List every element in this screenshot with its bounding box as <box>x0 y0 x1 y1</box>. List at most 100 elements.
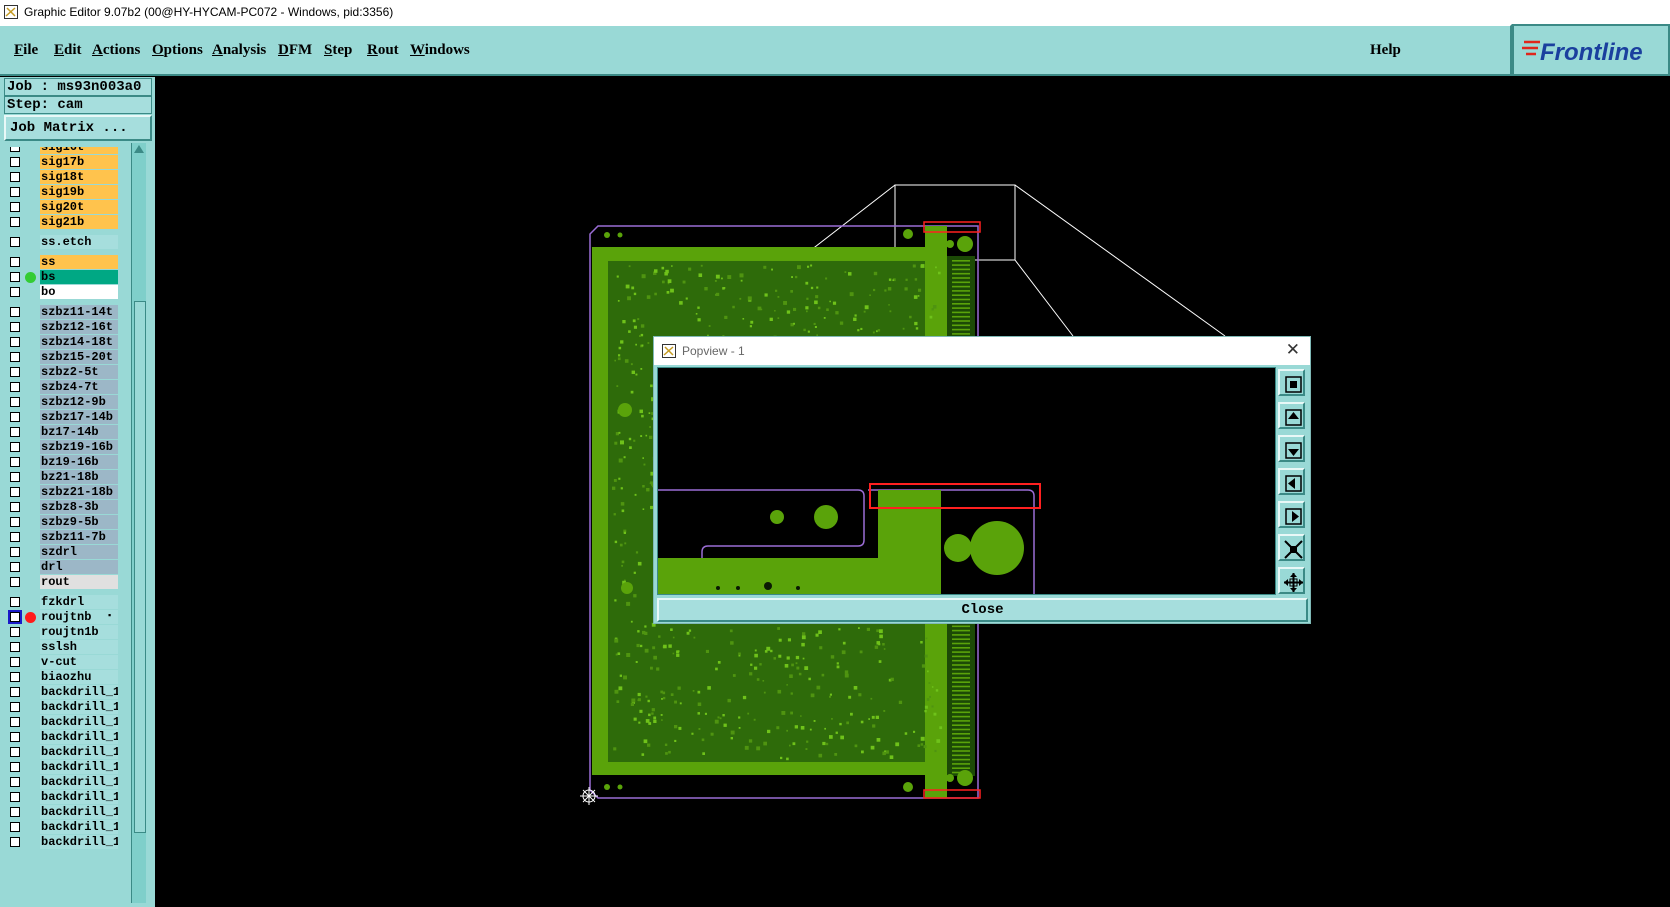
layer-row[interactable]: szbz14-18t <box>0 334 125 350</box>
layer-row[interactable]: backdrill_1 <box>0 684 125 700</box>
layer-name[interactable]: biaozhu <box>40 670 118 684</box>
layer-row[interactable]: backdrill_1 <box>0 714 125 730</box>
layer-name[interactable]: szbz12-16t <box>40 320 118 334</box>
layer-row[interactable]: ss <box>0 254 125 270</box>
layer-checkbox[interactable] <box>10 352 20 362</box>
layer-row[interactable]: szbz8-3b <box>0 499 125 515</box>
menu-dfm[interactable]: DFM <box>278 42 312 59</box>
layer-row[interactable]: biaozhu <box>0 669 125 685</box>
popview-tool-button[interactable] <box>1278 534 1305 561</box>
layer-checkbox[interactable] <box>10 442 20 452</box>
layer-row[interactable]: sig20t <box>0 199 125 215</box>
layer-row[interactable]: szbz19-16b <box>0 439 125 455</box>
layer-row[interactable]: backdrill_1 <box>0 789 125 805</box>
layer-checkbox[interactable] <box>10 562 20 572</box>
layer-row[interactable]: backdrill_1 <box>0 699 125 715</box>
layer-checkbox[interactable] <box>10 777 20 787</box>
popview-tool-button[interactable] <box>1278 369 1305 396</box>
layer-checkbox[interactable] <box>10 337 20 347</box>
layer-name[interactable]: ss.etch <box>40 235 118 249</box>
popview-canvas[interactable] <box>657 367 1276 595</box>
close-button[interactable]: Close <box>657 598 1308 622</box>
layer-checkbox[interactable] <box>10 217 20 227</box>
layer-name[interactable]: backdrill_1 <box>40 760 118 774</box>
layer-row[interactable]: szbz12-9b <box>0 394 125 410</box>
layer-name[interactable]: rout <box>40 575 118 589</box>
layer-name[interactable]: backdrill_1 <box>40 820 118 834</box>
layer-row[interactable]: roujtn1b <box>0 624 125 640</box>
layer-name[interactable]: backdrill_1 <box>40 745 118 759</box>
layer-name[interactable]: szdrl <box>40 545 118 559</box>
layer-name[interactable]: szbz9-5b <box>40 515 118 529</box>
popview-tool-button[interactable] <box>1278 501 1305 528</box>
layer-row[interactable]: sslsh <box>0 639 125 655</box>
layer-row[interactable]: szdrl <box>0 544 125 560</box>
layer-name[interactable]: fzkdrl <box>40 595 118 609</box>
menu-analysis[interactable]: Analysis <box>212 42 266 59</box>
layer-row[interactable]: szbz12-16t <box>0 319 125 335</box>
layer-checkbox[interactable] <box>10 257 20 267</box>
layer-name[interactable]: szbz14-18t <box>40 335 118 349</box>
layer-row[interactable]: sig18t <box>0 169 125 185</box>
layer-checkbox[interactable] <box>10 822 20 832</box>
layer-checkbox[interactable] <box>10 237 20 247</box>
layer-name[interactable]: szbz15-20t <box>40 350 118 364</box>
layer-checkbox[interactable] <box>10 517 20 527</box>
layer-scrollbar[interactable] <box>131 143 146 903</box>
layer-checkbox[interactable] <box>10 272 20 282</box>
layer-checkbox[interactable] <box>10 322 20 332</box>
scroll-up-icon[interactable] <box>133 143 145 155</box>
layer-name[interactable]: szbz11-14t <box>40 305 118 319</box>
layer-row[interactable]: backdrill_1 <box>0 759 125 775</box>
layer-row[interactable]: bo <box>0 284 125 300</box>
layer-name[interactable]: szbz4-7t <box>40 380 118 394</box>
layer-checkbox[interactable] <box>10 307 20 317</box>
job-matrix-button[interactable]: Job Matrix ... <box>4 115 152 141</box>
menu-rout[interactable]: Rout <box>367 42 399 59</box>
layer-checkbox[interactable] <box>10 792 20 802</box>
layer-row[interactable]: fzkdrl <box>0 594 125 610</box>
layer-row[interactable]: szbz2-5t <box>0 364 125 380</box>
layer-name[interactable]: backdrill_1 <box>40 700 118 714</box>
layer-row[interactable]: rout <box>0 574 125 590</box>
layer-name[interactable]: bz19-16b <box>40 455 118 469</box>
layer-checkbox[interactable] <box>10 472 20 482</box>
layer-checkbox[interactable] <box>10 147 20 152</box>
layer-name[interactable]: sig17b <box>40 155 118 169</box>
layer-name[interactable]: szbz21-18b <box>40 485 118 499</box>
layer-row[interactable]: szbz15-20t <box>0 349 125 365</box>
layer-row[interactable]: backdrill_1 <box>0 804 125 820</box>
layer-checkbox[interactable] <box>10 487 20 497</box>
menu-edit[interactable]: Edit <box>54 42 82 59</box>
layer-checkbox[interactable] <box>10 187 20 197</box>
layer-checkbox[interactable] <box>10 597 20 607</box>
layer-row[interactable]: backdrill_1 <box>0 729 125 745</box>
layer-checkbox[interactable] <box>10 157 20 167</box>
layer-row[interactable]: szbz9-5b <box>0 514 125 530</box>
popview-tool-button[interactable] <box>1278 468 1305 495</box>
layer-checkbox[interactable] <box>10 807 20 817</box>
layer-row[interactable]: backdrill_1 <box>0 774 125 790</box>
layer-checkbox[interactable] <box>10 457 20 467</box>
layer-name[interactable]: sslsh <box>40 640 118 654</box>
layer-checkbox[interactable] <box>10 287 20 297</box>
layer-row[interactable]: szbz21-18b <box>0 484 125 500</box>
layer-name[interactable]: szbz2-5t <box>40 365 118 379</box>
layer-row[interactable]: bz19-16b <box>0 454 125 470</box>
layer-name[interactable]: roujtn1b <box>40 625 118 639</box>
layer-checkbox[interactable] <box>10 747 20 757</box>
layer-name[interactable]: bz17-14b <box>40 425 118 439</box>
layer-name[interactable]: drl <box>40 560 118 574</box>
layer-checkbox[interactable] <box>10 762 20 772</box>
layer-row[interactable]: sig17b <box>0 154 125 170</box>
layer-checkbox[interactable] <box>10 397 20 407</box>
layer-row[interactable]: szbz11-14t <box>0 304 125 320</box>
layer-name[interactable]: bo <box>40 285 118 299</box>
layer-checkbox[interactable] <box>10 657 20 667</box>
close-icon[interactable]: ✕ <box>1286 340 1300 360</box>
layer-checkbox[interactable] <box>10 837 20 847</box>
layer-name[interactable]: szbz8-3b <box>40 500 118 514</box>
popview-tool-button[interactable] <box>1278 435 1305 462</box>
layer-name[interactable]: roujtnb <box>40 610 118 624</box>
layer-row[interactable]: szbz17-14b <box>0 409 125 425</box>
